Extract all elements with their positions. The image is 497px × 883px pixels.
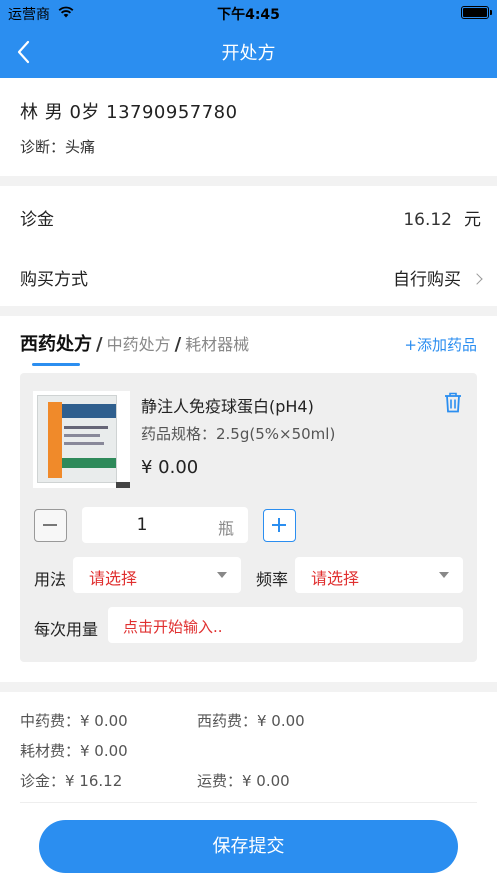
usage-select-value: 请选择	[89, 569, 138, 588]
drug-price: ¥ 0.00	[141, 457, 199, 478]
fee-summary: 中药费：¥ 0.00 西药费：¥ 0.00 耗材费：¥ 0.00 诊金：¥ 16…	[0, 692, 497, 883]
caret-down-icon	[217, 572, 227, 578]
page-title: 开处方	[221, 43, 276, 64]
caret-down-icon	[439, 572, 449, 578]
consult-fee-unit: 元	[464, 210, 481, 230]
prescription-tabs: 西药处方 / 中药处方 / 耗材器械	[20, 330, 249, 366]
chinese-medicine-fee: 中药费：¥ 0.00	[20, 712, 128, 730]
consult-fee-summary: 诊金：¥ 16.12	[20, 772, 123, 790]
status-time: 下午4:45	[217, 7, 280, 23]
dose-input[interactable]: 点击开始输入..	[108, 607, 463, 643]
drug-spec: 药品规格：2.5g(5%×50ml)	[141, 425, 336, 443]
quantity-unit: 瓶	[217, 519, 234, 538]
purchase-method-label: 购买方式	[20, 270, 88, 290]
patient-info: 林 男 0岁 13790957780	[20, 102, 238, 123]
usage-label: 用法	[34, 570, 67, 589]
add-drug-button[interactable]: +添加药品	[404, 334, 477, 355]
tab-separator: /	[174, 334, 182, 355]
save-submit-button[interactable]: 保存提交	[39, 820, 458, 873]
frequency-select[interactable]: 请选择	[295, 557, 463, 593]
drug-name: 静注人免疫球蛋白(pH4)	[141, 397, 314, 416]
patient-card: 林 男 0岁 13790957780 诊断：头痛	[0, 78, 497, 176]
drug-image	[33, 391, 130, 488]
tab-chinese-medicine[interactable]: 中药处方	[107, 331, 171, 355]
tab-western-medicine[interactable]: 西药处方	[20, 330, 92, 366]
western-medicine-fee: 西药费：¥ 0.00	[197, 712, 305, 730]
decrease-quantity-button[interactable]	[34, 509, 67, 542]
increase-quantity-button[interactable]	[263, 509, 296, 542]
dose-label: 每次用量	[34, 620, 99, 639]
fee-section: 诊金 16.12 元 购买方式 自行购买	[0, 186, 497, 306]
status-bar: 运营商 下午4:45	[0, 0, 497, 26]
consult-fee-amount: 16.12	[403, 210, 452, 230]
frequency-label: 频率	[256, 570, 289, 589]
consumables-fee: 耗材费：¥ 0.00	[20, 742, 128, 760]
consult-fee-row: 诊金 16.12 元	[0, 186, 497, 246]
tab-consumables[interactable]: 耗材器械	[185, 331, 249, 355]
frequency-select-value: 请选择	[311, 569, 360, 588]
battery-icon	[461, 6, 492, 19]
chevron-right-icon	[471, 273, 483, 285]
shipping-fee: 运费：¥ 0.00	[197, 772, 290, 790]
dose-placeholder: 点击开始输入..	[123, 618, 223, 636]
diagnosis-text: 诊断：头痛	[20, 138, 96, 156]
quantity-field[interactable]: 1 瓶	[82, 507, 248, 543]
divider	[20, 802, 477, 803]
consult-fee-label: 诊金	[20, 210, 54, 230]
usage-select[interactable]: 请选择	[73, 557, 241, 593]
tab-separator: /	[96, 334, 103, 355]
nav-bar: 开处方	[0, 26, 497, 78]
drug-card: 静注人免疫球蛋白(pH4) 药品规格：2.5g(5%×50ml) ¥ 0.00 …	[20, 373, 477, 662]
prescription-section: 西药处方 / 中药处方 / 耗材器械 +添加药品 静注人免疫球蛋白(pH4) 药品规格：…	[0, 316, 497, 682]
quantity-value: 1	[136, 515, 148, 535]
trash-icon[interactable]	[443, 391, 463, 413]
purchase-method-row[interactable]: 购买方式 自行购买	[0, 246, 497, 306]
purchase-method-value: 自行购买	[393, 270, 461, 290]
